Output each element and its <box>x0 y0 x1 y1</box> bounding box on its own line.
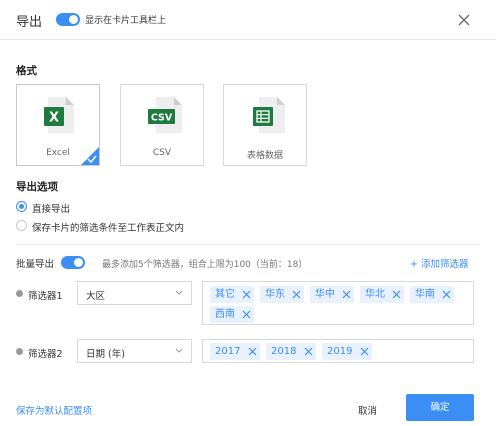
format-card-csv[interactable]: CSV CSV <box>120 84 204 166</box>
batch-export-toggle[interactable] <box>61 256 85 269</box>
close-icon[interactable] <box>454 10 474 30</box>
filter-2-values-box[interactable]: 2017 2018 2019 <box>202 339 474 363</box>
format-section-title: 格式 <box>16 65 37 77</box>
filter-1-value-tag[interactable]: 华东 <box>260 286 304 303</box>
remove-tag-icon[interactable] <box>360 347 369 356</box>
radio-direct-export-label: 直接导出 <box>32 204 71 215</box>
remove-tag-icon[interactable] <box>242 290 251 299</box>
remove-tag-icon[interactable] <box>342 290 351 299</box>
format-card-table-data[interactable]: 表格数据 <box>223 84 307 166</box>
cancel-button[interactable]: 取消 <box>358 403 377 417</box>
filter-2-field-select[interactable]: 日期 (年) <box>77 339 192 363</box>
filter-1-name: 筛选器1 <box>28 291 63 302</box>
remove-tag-icon[interactable] <box>304 347 313 356</box>
radio-direct-export[interactable] <box>16 201 27 212</box>
dialog-header: 导出 显示在卡片工具栏上 <box>0 0 496 40</box>
save-as-default-link[interactable]: 保存为默认配置项 <box>16 403 92 417</box>
filter-1-value-tag[interactable]: 其它 <box>210 286 254 303</box>
remove-tag-icon[interactable] <box>392 290 401 299</box>
filter-bullet <box>16 348 23 355</box>
filter-bullet <box>16 290 23 297</box>
filter-1-values-box[interactable]: 其它 华东 华中 华北 华南 西南 <box>202 281 474 325</box>
format-card-label: CSV <box>152 148 172 158</box>
chevron-down-icon <box>175 348 183 353</box>
svg-text:X: X <box>49 111 59 126</box>
confirm-button[interactable]: 确定 <box>406 394 474 421</box>
filter-1-value-tag[interactable]: 华北 <box>360 286 404 303</box>
radio-save-filter-conditions[interactable] <box>16 220 27 231</box>
format-card-excel[interactable]: X Excel <box>16 84 100 166</box>
remove-tag-icon[interactable] <box>292 290 301 299</box>
format-card-label: 表格数据 <box>246 151 283 161</box>
radio-save-filter-conditions-label: 保存卡片的筛选条件至工作表正文内 <box>32 223 185 234</box>
batch-limit-hint: 最多添加5个筛选器，组合上限为100（当前：18） <box>102 260 308 270</box>
divider <box>16 244 480 245</box>
add-filter-link[interactable]: + 添加筛选器 <box>410 256 468 270</box>
check-icon <box>87 155 97 163</box>
export-options-title: 导出选项 <box>16 181 58 193</box>
filter-2-value-tag[interactable]: 2018 <box>266 343 316 360</box>
filter-2-value-tag[interactable]: 2019 <box>322 343 372 360</box>
excel-icon: X <box>44 97 74 133</box>
filter-1-value-tag[interactable]: 西南 <box>210 306 254 323</box>
filter-1-value-tag[interactable]: 华中 <box>310 286 354 303</box>
toolbar-display-toggle-label: 显示在卡片工具栏上 <box>85 16 167 26</box>
filter-1-value-tag[interactable]: 华南 <box>410 286 454 303</box>
filter-1-field-select[interactable]: 大区 <box>77 281 192 305</box>
csv-icon: CSV <box>148 97 182 133</box>
batch-export-label: 批量导出 <box>16 259 55 270</box>
filter-1-field-value: 大区 <box>86 291 106 302</box>
dialog-title: 导出 <box>16 15 43 30</box>
filter-2-value-tag[interactable]: 2017 <box>210 343 260 360</box>
remove-tag-icon[interactable] <box>248 347 257 356</box>
remove-tag-icon[interactable] <box>442 290 451 299</box>
filter-2-field-value: 日期 (年) <box>86 349 125 360</box>
table-data-icon <box>253 97 285 133</box>
toolbar-display-toggle[interactable] <box>56 13 80 26</box>
chevron-down-icon <box>175 290 183 295</box>
svg-text:CSV: CSV <box>151 113 173 124</box>
remove-tag-icon[interactable] <box>242 310 251 319</box>
filter-2-name: 筛选器2 <box>28 349 63 360</box>
